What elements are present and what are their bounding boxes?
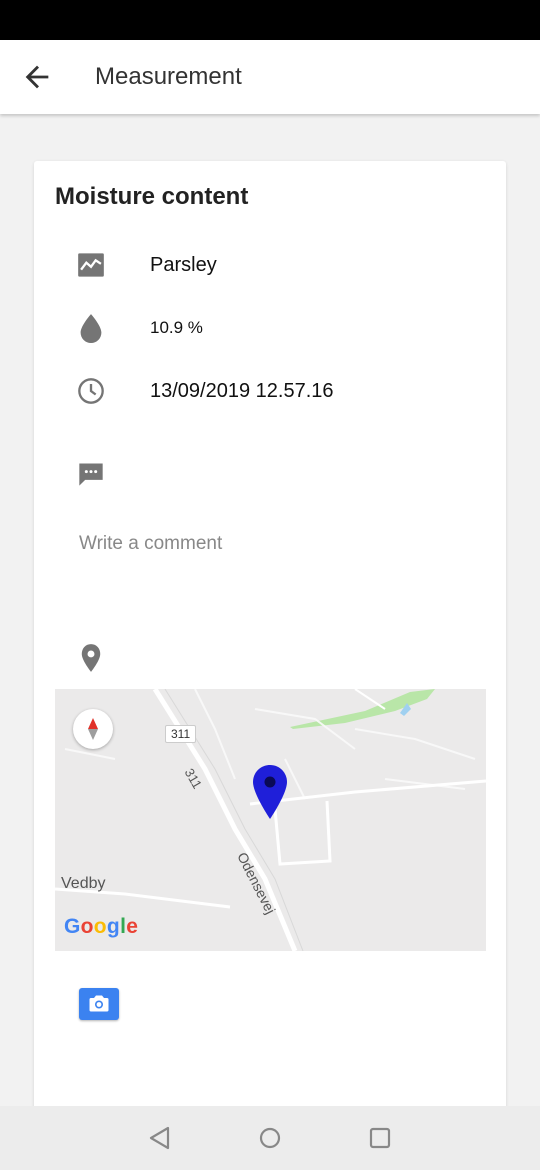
- camera-button[interactable]: [79, 988, 119, 1020]
- comment-input[interactable]: Write a comment: [79, 533, 222, 555]
- moisture-value: 10.9 %: [150, 318, 203, 337]
- measurement-timestamp: 13/09/2019 12.57.16: [150, 380, 334, 402]
- nav-home-button[interactable]: [256, 1124, 284, 1152]
- measurement-card: Moisture content Parsley 10.9 % 13/09/20…: [34, 161, 506, 1121]
- place-label: Vedby: [61, 875, 106, 892]
- google-logo: Google: [64, 915, 139, 938]
- page-title: Measurement: [95, 63, 242, 90]
- nav-recents-button[interactable]: [366, 1124, 394, 1152]
- back-button[interactable]: [20, 60, 54, 94]
- comment-icon: [77, 460, 105, 488]
- card-title: Moisture content: [55, 183, 249, 210]
- arrow-back-icon: [25, 65, 49, 89]
- compass-button[interactable]: [73, 709, 113, 749]
- recents-square-icon: [369, 1127, 391, 1149]
- status-bar: [0, 0, 540, 40]
- triangle-back-icon: [149, 1126, 170, 1150]
- road-number-badge: 311: [165, 725, 197, 743]
- compass-icon: [88, 718, 98, 740]
- nav-back-button[interactable]: [146, 1124, 174, 1152]
- app-bar: Measurement: [0, 40, 540, 114]
- trend-chart-icon: [77, 251, 105, 279]
- location-map[interactable]: 311 311 Odensevej Vedby Google: [55, 689, 486, 951]
- map-marker-icon: [253, 765, 287, 819]
- clock-icon: [77, 377, 105, 405]
- system-navigation-bar: [0, 1106, 540, 1170]
- home-circle-icon: [259, 1127, 281, 1149]
- location-pin-icon: [77, 643, 105, 672]
- camera-icon: [89, 995, 109, 1012]
- product-name: Parsley: [150, 254, 217, 276]
- water-drop-icon: [77, 313, 105, 343]
